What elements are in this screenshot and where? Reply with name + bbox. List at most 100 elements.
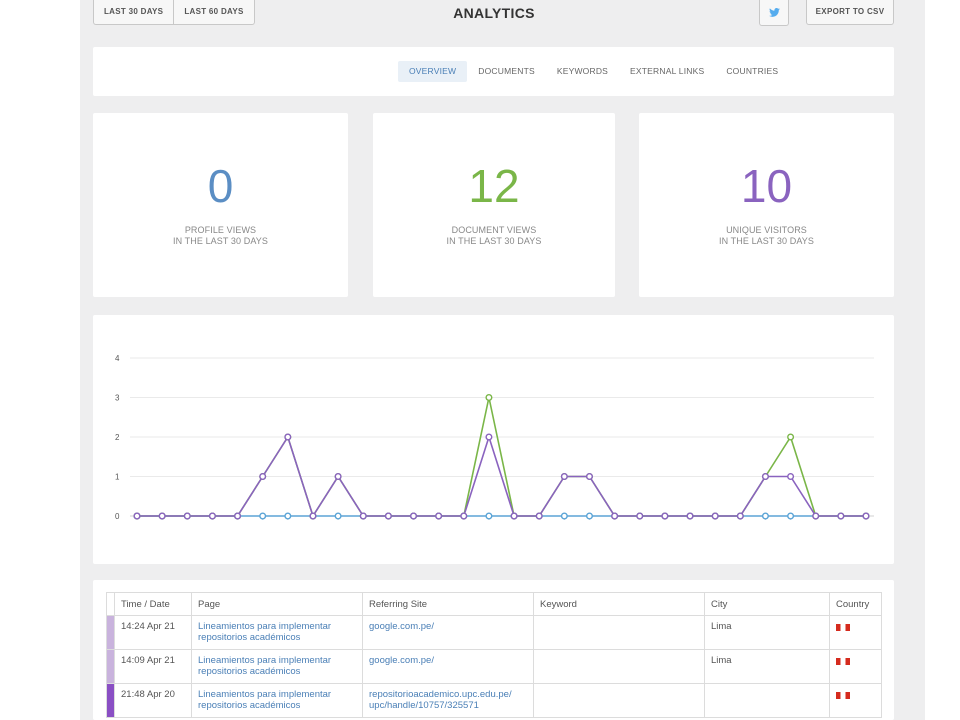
profile-views-label: PROFILE VIEWS IN THE LAST 30 DAYS — [93, 225, 348, 247]
data-point[interactable] — [485, 393, 493, 401]
data-point[interactable] — [284, 512, 292, 520]
unique-visitors-card: 10 UNIQUE VISITORS IN THE LAST 30 DAYS — [639, 113, 894, 297]
data-point[interactable] — [510, 512, 518, 520]
country-header: Country — [829, 592, 882, 616]
tab-overview[interactable]: OVERVIEW — [398, 61, 468, 82]
table-row: 21:48 Apr 20 Lineamientos para implement… — [106, 683, 882, 718]
document-views-value: 12 — [468, 160, 520, 212]
table-row: 14:09 Apr 21 Lineamientos para implement… — [106, 649, 882, 684]
page-link[interactable]: Lineamientos para implementar repositori… — [191, 649, 363, 684]
country-cell — [829, 649, 882, 684]
document-views-label-line2: IN THE LAST 30 DAYS — [446, 236, 542, 246]
peru-flag-icon — [836, 658, 850, 665]
y-tick-label: 0 — [115, 512, 120, 521]
unique-visitors-label-line1: UNIQUE VISITORS — [726, 225, 807, 235]
page-link[interactable]: Lineamientos para implementar repositori… — [191, 683, 363, 718]
data-point[interactable] — [636, 512, 644, 520]
data-point[interactable] — [761, 512, 769, 520]
data-point[interactable] — [435, 512, 443, 520]
data-point[interactable] — [535, 512, 543, 520]
series-line-1 — [137, 397, 866, 518]
tab-keywords[interactable]: KEYWORDS — [546, 61, 619, 82]
unique-visitors-value: 10 — [740, 160, 793, 212]
city-cell: Lima — [704, 649, 830, 684]
tabs-card: OVERVIEW DOCUMENTS KEYWORDS EXTERNAL LIN… — [93, 47, 894, 96]
data-point[interactable] — [711, 512, 719, 520]
country-cell — [829, 683, 882, 718]
data-point[interactable] — [208, 512, 216, 520]
data-point[interactable] — [585, 472, 593, 480]
profile-views-value: 0 — [207, 160, 234, 212]
data-point[interactable] — [787, 472, 795, 480]
twitter-icon — [768, 8, 780, 17]
data-point[interactable] — [133, 512, 141, 520]
keyword-cell — [533, 649, 705, 684]
data-point[interactable] — [284, 433, 292, 441]
page-link[interactable]: Lineamientos para implementar repositori… — [191, 615, 363, 650]
document-views-label-line1: DOCUMENT VIEWS — [451, 225, 537, 235]
document-views-card: 12 DOCUMENT VIEWS IN THE LAST 30 DAYS — [373, 113, 615, 297]
last-30-days-button[interactable]: LAST 30 DAYS — [94, 0, 173, 24]
unique-visitors-label: UNIQUE VISITORS IN THE LAST 30 DAYS — [639, 225, 894, 247]
document-views-label: DOCUMENT VIEWS IN THE LAST 30 DAYS — [373, 225, 615, 247]
data-point[interactable] — [334, 472, 342, 480]
data-point[interactable] — [761, 472, 769, 480]
tab-documents[interactable]: DOCUMENTS — [467, 61, 546, 82]
profile-views-label-line1: PROFILE VIEWS — [184, 225, 257, 235]
data-point[interactable] — [812, 512, 820, 520]
table-header-row: Time / Date Page Referring Site Keyword … — [106, 592, 882, 616]
page-header: Page — [191, 592, 363, 616]
data-point[interactable] — [560, 472, 568, 480]
data-point[interactable] — [259, 512, 267, 520]
time-cell: 14:24 Apr 21 — [114, 615, 192, 650]
referring-site-header: Referring Site — [362, 592, 534, 616]
keyword-header: Keyword — [533, 592, 705, 616]
data-point[interactable] — [686, 512, 694, 520]
data-point[interactable] — [183, 512, 191, 520]
time-cell: 14:09 Apr 21 — [114, 649, 192, 684]
referring-site-link[interactable]: google.com.pe/ — [362, 615, 534, 650]
data-point[interactable] — [862, 512, 870, 520]
data-point[interactable] — [234, 512, 242, 520]
export-csv-button[interactable]: EXPORT TO CSV — [806, 0, 894, 25]
data-point[interactable] — [334, 512, 342, 520]
date-range-group: LAST 30 DAYS LAST 60 DAYS — [93, 0, 255, 25]
data-point[interactable] — [384, 512, 392, 520]
y-tick-label: 2 — [115, 433, 120, 442]
data-point[interactable] — [837, 512, 845, 520]
data-point[interactable] — [485, 433, 493, 441]
views-chart-card: 0 1 2 3 4 — [93, 315, 894, 564]
data-point[interactable] — [359, 512, 367, 520]
data-point[interactable] — [787, 433, 795, 441]
unique-visitors-label-line2: IN THE LAST 30 DAYS — [719, 236, 814, 246]
tab-bar: OVERVIEW DOCUMENTS KEYWORDS EXTERNAL LIN… — [398, 61, 789, 82]
y-tick-label: 3 — [115, 394, 120, 403]
referring-site-link[interactable]: google.com.pe/ — [362, 649, 534, 684]
data-point[interactable] — [309, 512, 317, 520]
data-point[interactable] — [485, 512, 493, 520]
data-point[interactable] — [585, 512, 593, 520]
last-60-days-button[interactable]: LAST 60 DAYS — [173, 0, 253, 24]
table-row: 14:24 Apr 21 Lineamientos para implement… — [106, 615, 882, 650]
data-point[interactable] — [410, 512, 418, 520]
time-cell: 21:48 Apr 20 — [114, 683, 192, 718]
peru-flag-icon — [836, 624, 850, 631]
data-point[interactable] — [259, 472, 267, 480]
profile-views-card: 0 PROFILE VIEWS IN THE LAST 30 DAYS — [93, 113, 348, 297]
data-point[interactable] — [661, 512, 669, 520]
profile-views-label-line2: IN THE LAST 30 DAYS — [173, 236, 268, 246]
tab-countries[interactable]: COUNTRIES — [715, 61, 789, 82]
data-point[interactable] — [787, 512, 795, 520]
tab-external-links[interactable]: EXTERNAL LINKS — [619, 61, 715, 82]
data-point[interactable] — [158, 512, 166, 520]
country-cell — [829, 615, 882, 650]
city-cell: Lima — [704, 615, 830, 650]
city-header: City — [704, 592, 830, 616]
data-point[interactable] — [736, 512, 744, 520]
referring-site-link[interactable]: repositorioacademico.upc.edu.pe/ upc/han… — [362, 683, 534, 718]
data-point[interactable] — [560, 512, 568, 520]
marker-header — [106, 592, 115, 616]
twitter-share-button[interactable] — [759, 0, 789, 26]
data-point[interactable] — [611, 512, 619, 520]
data-point[interactable] — [460, 512, 468, 520]
